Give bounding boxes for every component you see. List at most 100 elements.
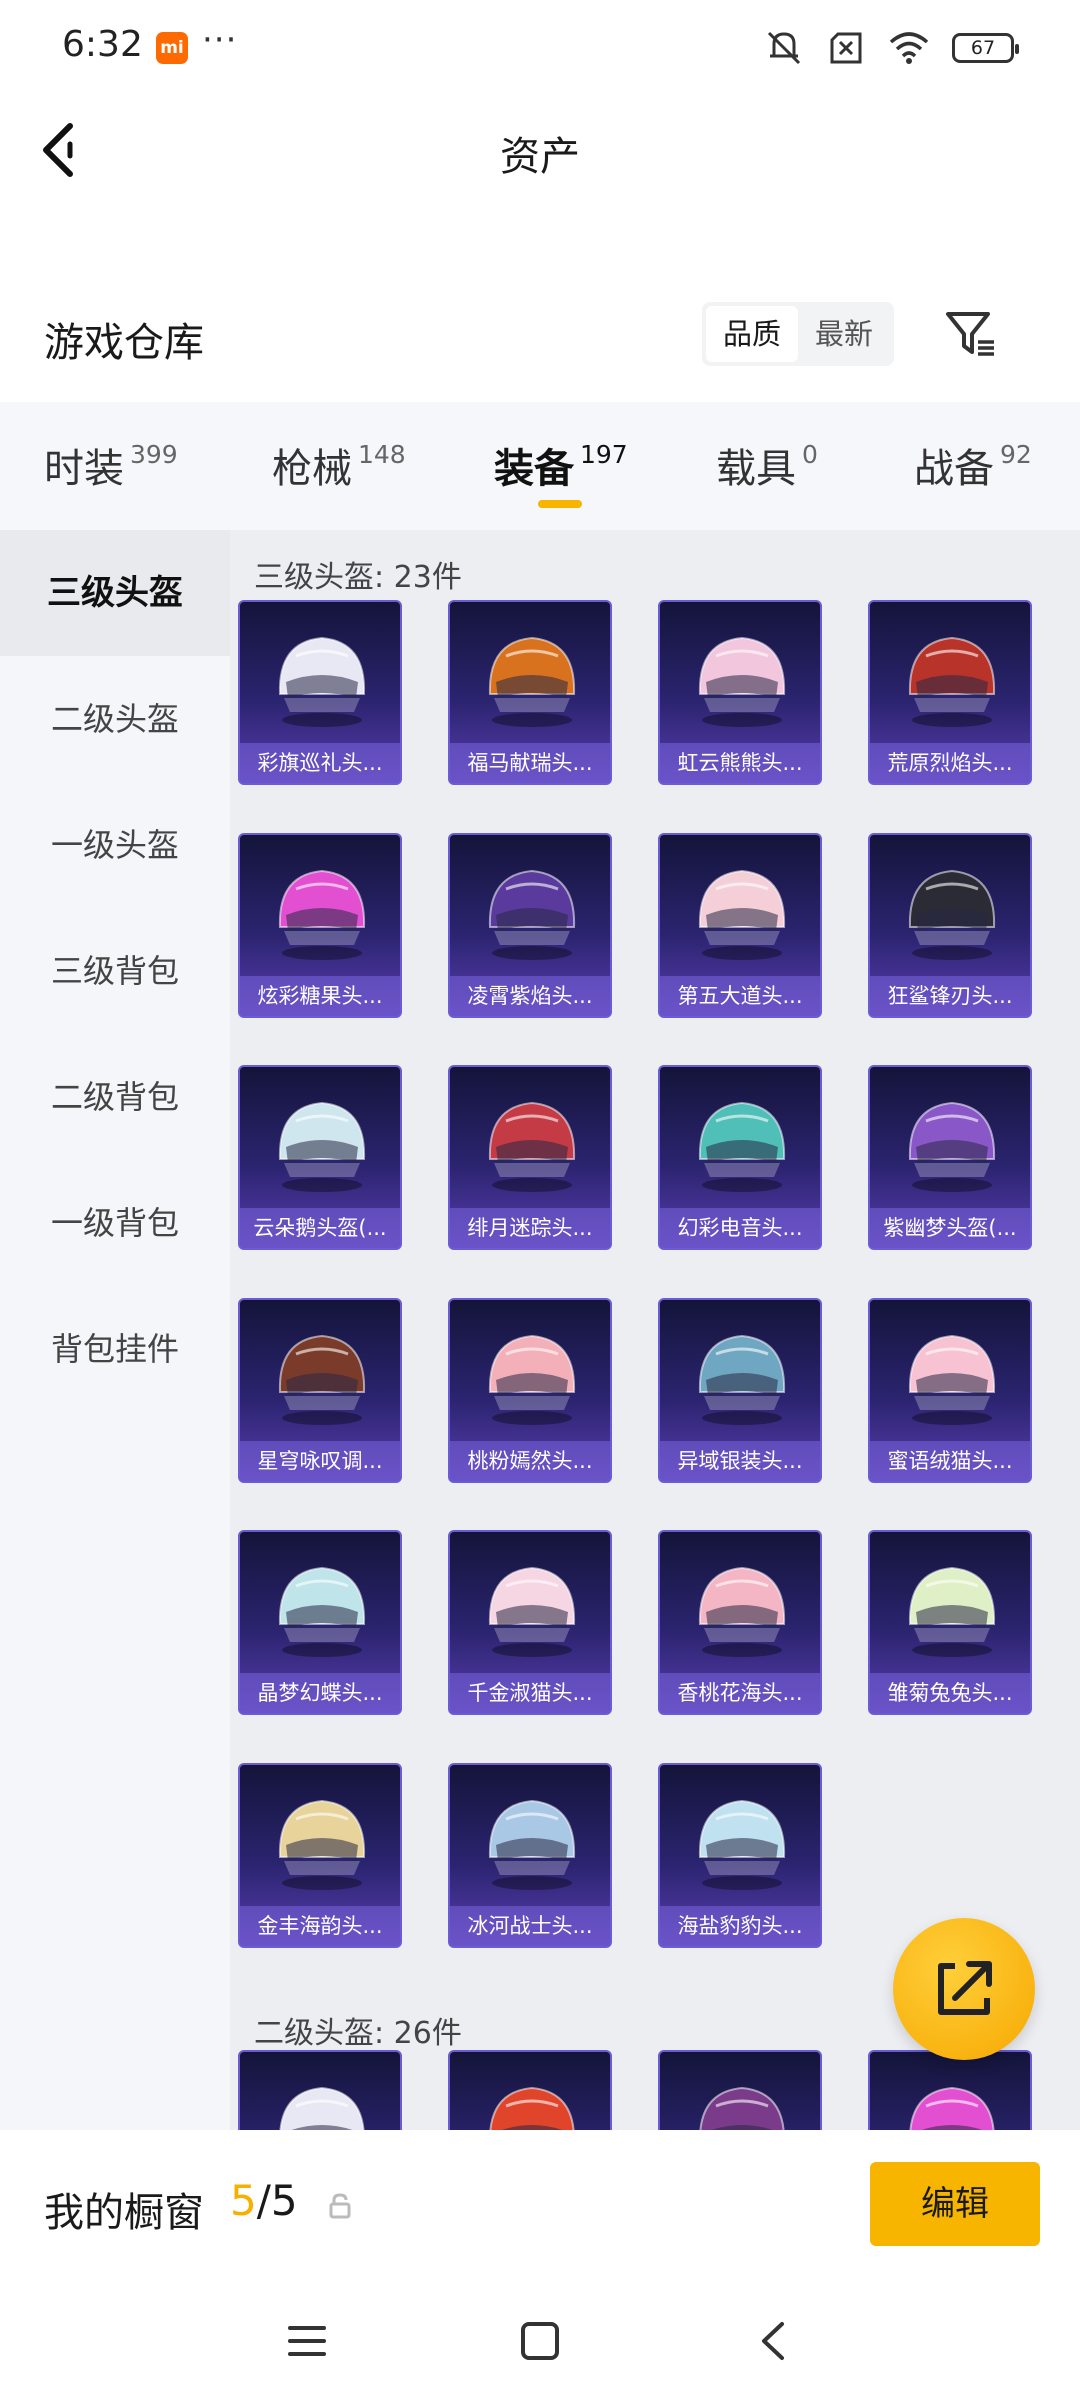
helmet-image xyxy=(489,2086,575,2130)
helmet-image xyxy=(278,1101,366,1192)
side-item-backpack-charm[interactable]: 背包挂件 xyxy=(0,1286,230,1412)
helmet-image xyxy=(278,1566,366,1657)
helmet-image xyxy=(698,1566,786,1657)
helmet-card[interactable]: 香桃花海头... xyxy=(658,1530,822,1715)
tab-equipment[interactable]: 装备 197 xyxy=(494,436,628,494)
helmet-name: 晶梦幻蝶头... xyxy=(240,1673,400,1713)
helmet-image xyxy=(278,869,366,960)
helmet-card[interactable]: 凌霄紫焰头... xyxy=(448,832,612,1018)
helmet-image xyxy=(488,1799,576,1890)
helmet-card[interactable]: 幻彩电音头... xyxy=(658,1065,822,1250)
helmet-card[interactable]: 星穹咏叹调... xyxy=(238,1297,402,1483)
helmet-card[interactable]: 狂鲨锋刃头... xyxy=(868,832,1032,1018)
helmet-image xyxy=(908,869,996,960)
helmet-card[interactable]: 蜜语绒猫头... xyxy=(868,1297,1032,1483)
wifi-icon xyxy=(889,32,929,64)
helmet-image xyxy=(908,1101,996,1192)
app-page: 6:32 mi ··· 67 资产 游戏仓库 品质 最新 时装 399 枪械 1… xyxy=(0,0,1080,2400)
helmet-image xyxy=(698,1799,786,1890)
helmet-card[interactable]: 桃粉嫣然头... xyxy=(448,1297,612,1483)
helmet-card[interactable]: 金丰海韵头... xyxy=(238,1762,402,1948)
helmet-name: 彩旗巡礼头... xyxy=(240,743,400,783)
helmet-name: 凌霄紫焰头... xyxy=(450,975,610,1016)
menu-icon[interactable] xyxy=(282,2316,332,2366)
group-title: 三级头盔: 23件 xyxy=(254,560,462,595)
tab-gear[interactable]: 战备 92 xyxy=(914,436,1032,494)
tab-count: 399 xyxy=(130,440,178,469)
helmet-card[interactable]: 彩旗巡礼头... xyxy=(238,600,402,785)
helmet-image xyxy=(698,1101,786,1192)
item-grid: 三级头盔: 23件 彩旗巡礼头... 福马献瑞头... 虹云熊熊头... 荒原烈焰头.… xyxy=(230,530,1080,2130)
share-icon xyxy=(938,1961,992,2015)
helmet-card[interactable]: 异域银装头... xyxy=(658,1297,822,1483)
side-item-level1-helmet[interactable]: 一级头盔 xyxy=(0,782,230,908)
sim-off-icon xyxy=(830,32,862,64)
tab-label: 时装 xyxy=(44,446,124,492)
helmet-name: 香桃花海头... xyxy=(660,1673,820,1713)
showcase-count: 5/5 xyxy=(230,2176,298,2225)
helmet-card[interactable]: 荒原烈焰头... xyxy=(868,600,1032,785)
helmet-card[interactable]: 雏菊兔兔头... xyxy=(868,1530,1032,1715)
side-item-level1-backpack[interactable]: 一级背包 xyxy=(0,1160,230,1286)
side-item-level2-helmet[interactable]: 二级头盔 xyxy=(0,656,230,782)
tab-vehicles[interactable]: 载具 0 xyxy=(716,436,818,494)
edit-button[interactable]: 编辑 xyxy=(870,2162,1040,2246)
helmet-card[interactable]: 绯月迷踪头... xyxy=(448,1065,612,1250)
helmet-card[interactable]: 第五大道头... xyxy=(658,832,822,1018)
helmet-card[interactable]: 晶梦幻蝶头... xyxy=(238,1530,402,1715)
helmet-image xyxy=(488,869,576,960)
home-icon[interactable] xyxy=(515,2316,565,2366)
helmet-image xyxy=(488,1334,576,1425)
back-nav-icon[interactable] xyxy=(750,2316,800,2366)
helmet-image xyxy=(909,2086,995,2130)
tab-label: 装备 xyxy=(494,446,574,492)
helmet-name: 云朵鹅头盔(... xyxy=(240,1208,400,1248)
helmet-image xyxy=(698,869,786,960)
battery-icon: 67 xyxy=(952,33,1019,63)
sort-quality-option[interactable]: 品质 xyxy=(706,306,798,362)
helmet-image xyxy=(698,636,786,727)
helmet-card[interactable] xyxy=(448,2050,612,2130)
tab-fashion[interactable]: 时装 399 xyxy=(44,436,178,494)
helmet-card[interactable] xyxy=(658,2050,822,2130)
filter-icon[interactable] xyxy=(940,302,1000,362)
helmet-card[interactable]: 福马献瑞头... xyxy=(448,600,612,785)
helmet-card[interactable]: 虹云熊熊头... xyxy=(658,600,822,785)
helmet-name: 桃粉嫣然头... xyxy=(450,1440,610,1481)
tab-count: 0 xyxy=(802,440,818,469)
side-item-level3-helmet[interactable]: 三级头盔 xyxy=(0,530,230,656)
helmet-image xyxy=(278,1799,366,1890)
helmet-name: 冰河战士头... xyxy=(450,1905,610,1946)
helmet-card[interactable]: 冰河战士头... xyxy=(448,1762,612,1948)
side-item-level3-backpack[interactable]: 三级背包 xyxy=(0,908,230,1034)
helmet-card[interactable]: 海盐豹豹头... xyxy=(658,1762,822,1948)
side-item-level2-backpack[interactable]: 二级背包 xyxy=(0,1034,230,1160)
helmet-name: 星穹咏叹调... xyxy=(240,1440,400,1481)
helmet-name: 绯月迷踪头... xyxy=(450,1208,610,1248)
helmet-name: 第五大道头... xyxy=(660,975,820,1016)
helmet-card[interactable]: 炫彩糖果头... xyxy=(238,832,402,1018)
helmet-image xyxy=(908,636,996,727)
system-nav-bar xyxy=(0,2280,1080,2400)
helmet-name: 千金淑猫头... xyxy=(450,1673,610,1713)
helmet-card[interactable] xyxy=(238,2050,402,2130)
helmet-name: 炫彩糖果头... xyxy=(240,975,400,1016)
helmet-name: 虹云熊熊头... xyxy=(660,743,820,783)
active-tab-indicator xyxy=(538,500,582,508)
helmet-card[interactable]: 千金淑猫头... xyxy=(448,1530,612,1715)
share-button[interactable] xyxy=(893,1918,1035,2060)
helmet-name: 狂鲨锋刃头... xyxy=(870,975,1030,1016)
helmet-name: 蜜语绒猫头... xyxy=(870,1440,1030,1481)
helmet-name: 海盐豹豹头... xyxy=(660,1905,820,1946)
tab-label: 枪械 xyxy=(272,446,352,492)
helmet-card[interactable]: 紫幽梦头盔(... xyxy=(868,1065,1032,1250)
helmet-card[interactable] xyxy=(868,2050,1032,2130)
lock-icon xyxy=(329,2193,351,2219)
tab-count: 197 xyxy=(580,440,628,469)
helmet-card[interactable]: 云朵鹅头盔(... xyxy=(238,1065,402,1250)
helmet-image xyxy=(278,636,366,727)
tab-guns[interactable]: 枪械 148 xyxy=(272,436,406,494)
sort-newest-option[interactable]: 最新 xyxy=(798,306,890,362)
showcase-current: 5 xyxy=(230,2176,257,2225)
warehouse-title: 游戏仓库 xyxy=(44,320,204,366)
